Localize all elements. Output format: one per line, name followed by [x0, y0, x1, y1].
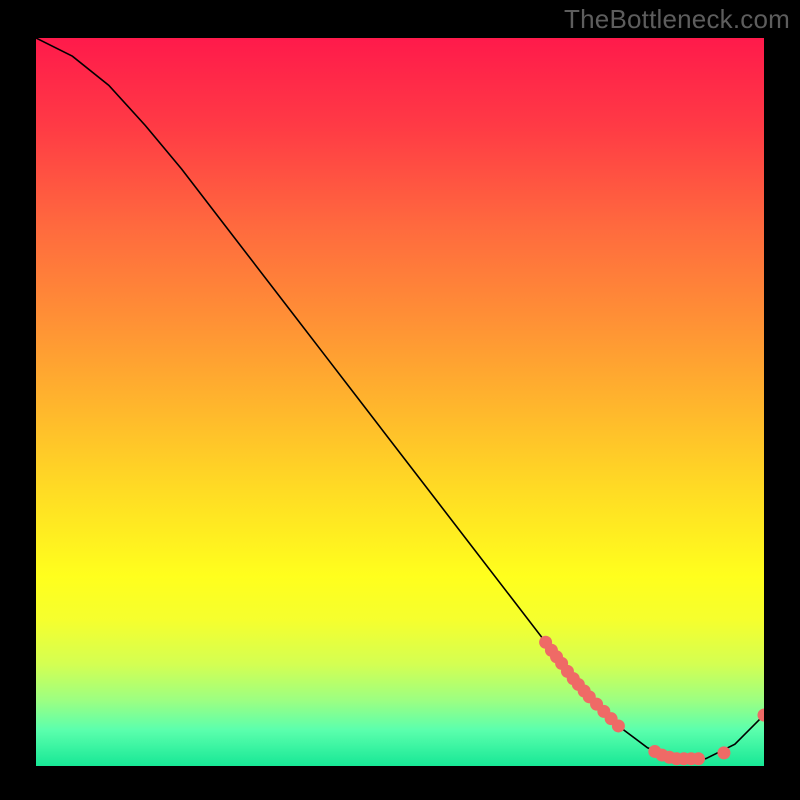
highlight-dot: [692, 752, 705, 765]
curve-svg: [36, 38, 764, 766]
plot-area: [36, 38, 764, 766]
watermark-text: TheBottleneck.com: [564, 4, 790, 35]
curve-line: [36, 38, 764, 759]
highlight-dot: [612, 719, 625, 732]
chart-stage: TheBottleneck.com: [0, 0, 800, 800]
highlight-dot: [717, 746, 730, 759]
